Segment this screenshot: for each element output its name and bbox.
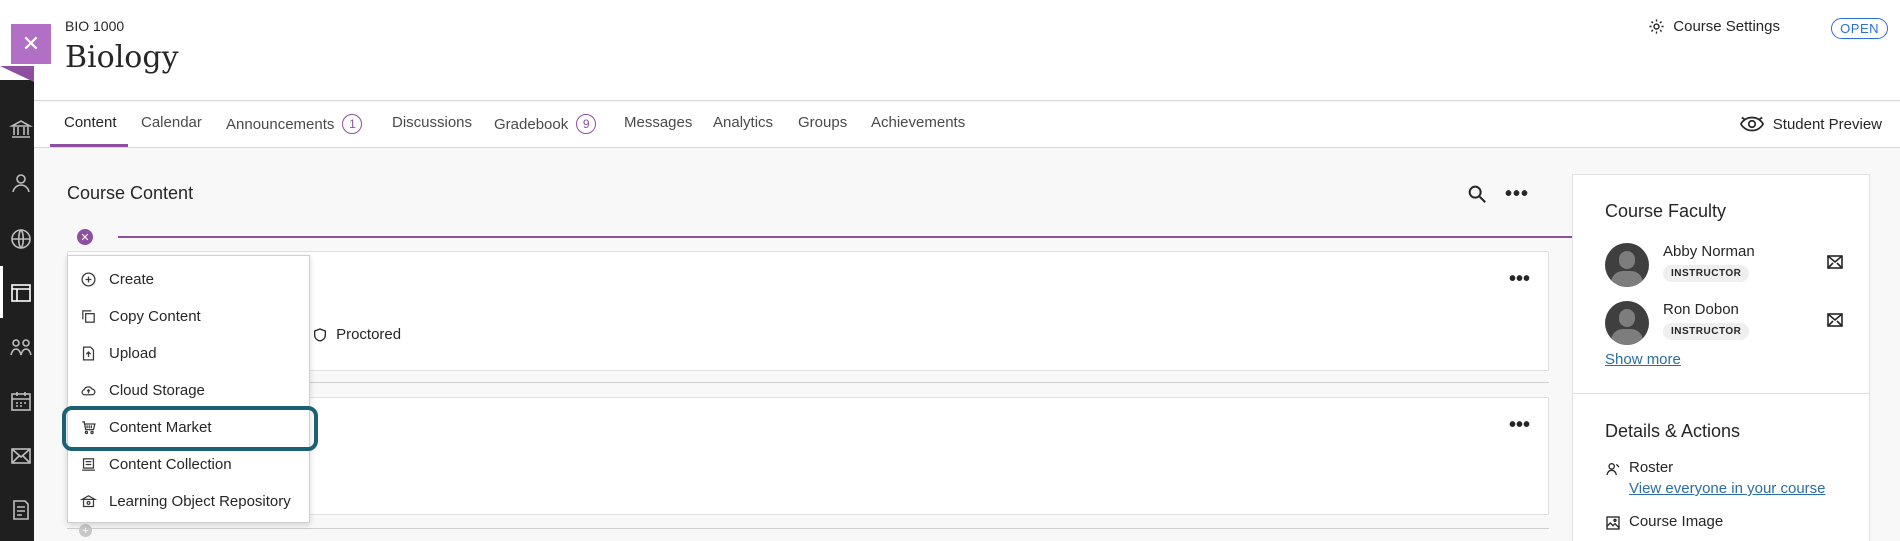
tab-groups[interactable]: Groups xyxy=(798,114,847,131)
menu-item-content-collection[interactable]: Content Collection xyxy=(68,447,311,481)
faculty-name: Ron Dobon xyxy=(1663,301,1739,318)
proctored-label: Proctored xyxy=(336,326,402,343)
shield-icon xyxy=(314,327,327,342)
globe-icon[interactable] xyxy=(8,226,34,252)
menu-item-label: Copy Content xyxy=(109,307,201,325)
menu-item-label: Learning Object Repository xyxy=(109,492,291,510)
tab-label: Announcements xyxy=(226,115,335,133)
roster-icon xyxy=(1606,463,1620,476)
tab-label: Messages xyxy=(624,114,693,131)
close-add-menu-button[interactable]: ✕ xyxy=(77,229,93,245)
course-settings-button[interactable]: Course Settings xyxy=(1648,18,1780,35)
course-content-title: Course Content xyxy=(67,183,194,203)
messages-icon[interactable] xyxy=(8,443,34,469)
course-image-label: Course Image xyxy=(1629,513,1724,530)
eye-preview-icon xyxy=(1739,116,1764,132)
plus-circle-icon xyxy=(81,271,96,287)
tab-calendar[interactable]: Calendar xyxy=(141,114,202,131)
announcements-count-badge: 1 xyxy=(342,114,363,134)
tab-label: Discussions xyxy=(392,114,473,131)
close-course-button[interactable]: ✕ xyxy=(11,24,51,64)
avatar xyxy=(1605,243,1649,287)
left-nav-rail xyxy=(0,0,34,541)
organizations-icon[interactable] xyxy=(8,334,34,360)
content-more-options-button[interactable]: ••• xyxy=(1504,183,1530,205)
gear-icon xyxy=(1649,19,1664,34)
course-header: BIO 1000 Biology Course Settings OPEN xyxy=(34,0,1900,101)
tab-gradebook[interactable]: Gradebook 9 xyxy=(494,114,597,134)
menu-item-content-market[interactable]: Content Market xyxy=(68,410,311,444)
menu-item-copy-content[interactable]: Copy Content xyxy=(68,299,311,333)
tab-label: Achievements xyxy=(871,114,966,131)
roster-label: Roster xyxy=(1629,459,1674,476)
tab-achievements[interactable]: Achievements xyxy=(871,114,965,131)
close-icon: ✕ xyxy=(21,31,41,56)
menu-item-cloud-storage[interactable]: Cloud Storage xyxy=(68,373,311,407)
faculty-name: Abby Norman xyxy=(1663,243,1755,260)
menu-item-learning-object-repository[interactable]: Learning Object Repository xyxy=(68,484,311,518)
tab-label: Content xyxy=(64,114,117,131)
image-icon xyxy=(1606,516,1620,530)
tab-label: Gradebook xyxy=(494,115,569,133)
rail-notch xyxy=(0,66,34,82)
cloud-icon xyxy=(81,385,96,395)
avatar xyxy=(1605,301,1649,345)
menu-item-label: Content Collection xyxy=(109,455,232,473)
sidebar-divider xyxy=(1573,393,1869,394)
active-tab-underline xyxy=(50,144,128,147)
profile-icon[interactable] xyxy=(8,170,34,196)
add-content-plus-button[interactable]: + xyxy=(79,524,92,537)
grades-icon[interactable] xyxy=(8,497,34,523)
course-sidebar: Course Faculty Abby Norman INSTRUCTOR Ro… xyxy=(1572,174,1870,541)
gradebook-count-badge: 9 xyxy=(576,114,597,134)
search-icon[interactable] xyxy=(1466,183,1488,205)
student-preview-label: Student Preview xyxy=(1772,115,1882,133)
add-content-menu: Create Copy Content Upload Cloud Storage… xyxy=(67,255,310,523)
course-code: BIO 1000 xyxy=(65,18,125,34)
details-actions-title: Details & Actions xyxy=(1605,421,1741,441)
menu-item-label: Cloud Storage xyxy=(109,381,205,399)
faculty-member[interactable]: Abby Norman INSTRUCTOR xyxy=(1605,243,1855,291)
rail-active-indicator xyxy=(0,266,3,318)
course-title: Biology xyxy=(65,40,179,75)
content-divider xyxy=(67,528,1549,529)
collection-icon xyxy=(82,457,95,471)
menu-item-upload[interactable]: Upload xyxy=(68,336,311,370)
role-badge: INSTRUCTOR xyxy=(1663,265,1750,282)
menu-item-create[interactable]: Create xyxy=(68,262,311,296)
institution-icon[interactable] xyxy=(8,116,34,142)
mail-icon[interactable] xyxy=(1827,313,1843,327)
student-preview-button[interactable]: Student Preview xyxy=(1739,114,1882,134)
item-more-options-button[interactable]: ••• xyxy=(1509,268,1530,291)
tab-label: Calendar xyxy=(141,114,202,131)
menu-item-label: Upload xyxy=(109,344,157,362)
insert-content-line xyxy=(118,236,1582,238)
tab-analytics[interactable]: Analytics xyxy=(713,114,773,131)
course-panel: BIO 1000 Biology Course Settings OPEN Co… xyxy=(34,0,1900,541)
show-more-link[interactable]: Show more xyxy=(1605,351,1681,368)
copy-icon xyxy=(82,309,95,323)
faculty-member[interactable]: Ron Dobon INSTRUCTOR xyxy=(1605,301,1855,349)
menu-item-label: Content Market xyxy=(109,418,212,436)
tab-content[interactable]: Content xyxy=(64,114,117,131)
tab-discussions[interactable]: Discussions xyxy=(392,114,472,131)
upload-icon xyxy=(82,345,95,361)
role-badge: INSTRUCTOR xyxy=(1663,323,1750,340)
menu-item-label: Create xyxy=(109,270,155,288)
calendar-icon[interactable] xyxy=(8,388,34,414)
tab-label: Groups xyxy=(798,114,848,131)
repository-icon xyxy=(80,494,97,507)
view-roster-link[interactable]: View everyone in your course xyxy=(1629,480,1826,497)
tab-label: Analytics xyxy=(713,114,774,131)
courses-icon[interactable] xyxy=(8,280,34,306)
tab-announcements[interactable]: Announcements 1 xyxy=(226,114,363,134)
course-settings-label: Course Settings xyxy=(1673,18,1780,35)
mail-icon[interactable] xyxy=(1827,255,1843,269)
course-status-badge[interactable]: OPEN xyxy=(1831,18,1888,39)
tab-messages[interactable]: Messages xyxy=(624,114,692,131)
course-tabs: Content Calendar Announcements 1 Discuss… xyxy=(34,102,1900,148)
cart-icon xyxy=(82,420,96,434)
item-more-options-button[interactable]: ••• xyxy=(1509,414,1530,437)
course-faculty-title: Course Faculty xyxy=(1605,201,1727,221)
